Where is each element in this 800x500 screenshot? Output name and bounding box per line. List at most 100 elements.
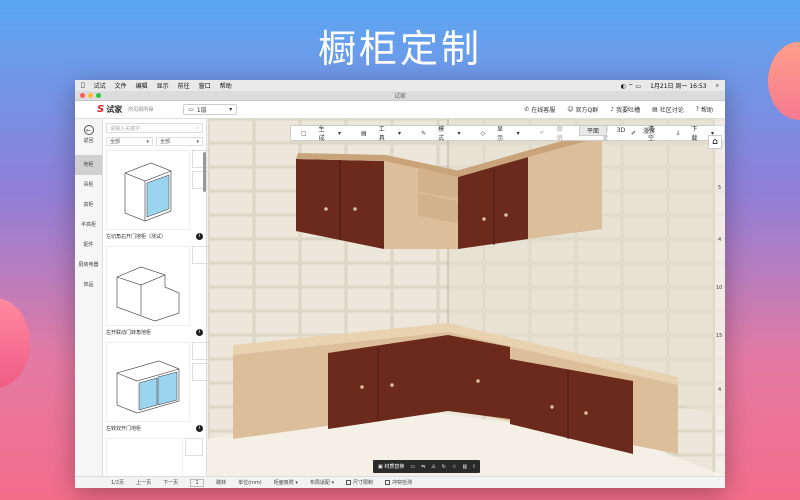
category-nav: ← 返回 地柜 吊柜 高柜 半高柜 配件 厨房电器 饰品 — [75, 119, 103, 476]
info-icon[interactable]: i — [196, 425, 203, 432]
size-limit-label: 尺寸限制 — [353, 480, 374, 486]
app-logo: S 试家 所见即所得 — [97, 104, 153, 115]
material-replace-button[interactable]: ▣ 材质替换 — [378, 463, 404, 470]
filter-select-1[interactable]: 全部 ▾ — [106, 137, 153, 146]
menu-go[interactable]: 前往 — [178, 81, 190, 90]
search-placeholder: 请输入关键字 — [110, 125, 141, 132]
view-mode-tabs: 平面 3D 漫游 — [579, 125, 663, 136]
box-icon: ▭ — [188, 106, 194, 113]
display-label: 显示 — [497, 126, 504, 142]
community-link[interactable]: ▤ 社区讨论 — [652, 105, 684, 114]
cabinet-thumbnail[interactable] — [106, 246, 190, 326]
support-label: 在线客服 — [531, 107, 556, 114]
nav-item-accessories[interactable]: 配件 — [75, 235, 102, 255]
mode-button[interactable]: ✎ 模式 ▾ — [411, 124, 470, 142]
apple-icon[interactable]:  — [81, 82, 85, 89]
nav-item-wall-cabinet[interactable]: 吊柜 — [75, 175, 102, 195]
catalog-card[interactable] — [106, 438, 203, 478]
page-jump-input[interactable]: 1 — [190, 478, 205, 487]
catalog-scrollbar[interactable] — [203, 152, 206, 192]
nav-item-decor[interactable]: 饰品 — [75, 275, 102, 295]
tools-label: 工具 — [378, 126, 385, 142]
feedback-link[interactable]: ♪ 我要吐槽 — [610, 105, 640, 114]
back-button[interactable]: ← 返回 — [75, 119, 102, 155]
tab-3d[interactable]: 3D — [607, 125, 635, 136]
menu-app[interactable]: 试试 — [94, 81, 106, 90]
back-label: 返回 — [83, 138, 94, 144]
help-link[interactable]: ? 帮助 — [696, 105, 713, 114]
rotate-icon[interactable]: ↻ — [442, 464, 446, 470]
chevron-down-icon: ▾ — [229, 106, 233, 113]
trash-icon[interactable]: ▥ — [462, 464, 467, 470]
menu-view[interactable]: 显示 — [157, 81, 169, 90]
search-icon: ⌕ — [196, 125, 199, 131]
swap-icon[interactable]: ⇋ — [421, 464, 425, 470]
catalog-card[interactable] — [106, 150, 210, 230]
catalog-card[interactable] — [106, 342, 210, 422]
info-icon[interactable]: i — [473, 464, 474, 470]
mode-icon: ✎ — [421, 129, 427, 137]
info-icon[interactable]: i — [196, 329, 203, 336]
clock[interactable]: 1月21日 周一 16:53 — [650, 81, 707, 90]
3d-viewport[interactable]: ▢生成▾ ▤工具▾ ✎模式▾ ◇显示▾ ↶撤销 ↷恢复 ✐清空 ⤓下载▾ 平面 … — [208, 119, 725, 476]
window-title: 试家 — [393, 93, 406, 100]
search-input[interactable]: 请输入关键字 ⌕ — [106, 123, 203, 133]
jump-button[interactable]: 跳转 — [216, 479, 226, 486]
display-icon: ◇ — [480, 129, 486, 137]
generate-button[interactable]: ▢ 生成 ▾ — [291, 124, 351, 142]
support-link[interactable]: ✆ 在线客服 — [524, 105, 555, 114]
search-icon[interactable]: ⌕ — [716, 82, 719, 90]
layout-select[interactable]: 布局适配 ▾ — [310, 479, 334, 486]
home-icon[interactable]: ⌂ — [708, 135, 722, 149]
menu-window[interactable]: 窗口 — [199, 81, 211, 90]
ruler-mark: 4 — [718, 237, 722, 243]
catalog-card[interactable] — [106, 246, 210, 326]
forum-icon: ▤ — [652, 106, 658, 113]
cabinet-thumbnail[interactable] — [106, 150, 190, 230]
menu-file[interactable]: 文件 — [115, 81, 127, 90]
menu-edit[interactable]: 编辑 — [136, 81, 148, 90]
tools-icon: ▤ — [361, 129, 367, 137]
community-label: 社区讨论 — [659, 107, 684, 114]
next-page-button[interactable]: 下一页 — [163, 479, 178, 486]
size-limit-checkbox[interactable]: 尺寸限制 — [346, 479, 373, 486]
catalog-card-label: 左切角右开门地柜（测试） i — [106, 233, 203, 240]
tab-plan[interactable]: 平面 — [579, 125, 607, 136]
filter-2-value: 全部 — [160, 139, 171, 145]
collision-check-label: 冲突检测 — [392, 480, 413, 486]
user-icon: ☺ — [567, 106, 574, 113]
undo-button[interactable]: ↶ 撤销 — [530, 124, 576, 142]
info-icon[interactable]: i — [196, 233, 203, 240]
variant-thumb[interactable] — [185, 438, 203, 456]
ruler-mark: 4 — [718, 387, 722, 393]
display-button[interactable]: ◇ 显示 ▾ — [471, 124, 530, 142]
catalog-panel: 请输入关键字 ⌕ 全部 ▾ 全部 ▾ 左切角右开门地柜（测试） i 左开联动门转… — [103, 119, 210, 478]
chevron-down-icon: ▾ — [457, 129, 461, 137]
snap-select[interactable]: 柜面吸附 ▾ — [274, 479, 298, 486]
nav-item-tall-cabinet[interactable]: 高柜 — [75, 195, 102, 215]
status-bar: 1/2页 上一页 下一页 1 跳转 单位(mm) 柜面吸附 ▾ 布局适配 ▾ 尺… — [75, 476, 725, 488]
star-icon[interactable]: ☆ — [452, 464, 456, 470]
nav-item-base-cabinet[interactable]: 地柜 — [75, 155, 102, 175]
back-arrow-icon: ← — [83, 125, 94, 135]
filter-select-2[interactable]: 全部 ▾ — [156, 137, 203, 146]
nav-item-appliances[interactable]: 厨房电器 — [75, 255, 102, 275]
menu-help[interactable]: 帮助 — [220, 81, 232, 90]
phone-icon: ✆ — [524, 106, 530, 113]
tab-walkthrough[interactable]: 漫游 — [635, 125, 663, 136]
warning-icon[interactable]: ⚠ — [431, 464, 435, 470]
collision-check-checkbox[interactable]: 冲突检测 — [385, 479, 412, 486]
floor-selector[interactable]: ▭ 1层 ▾ — [183, 104, 238, 115]
comment-icon[interactable]: ▭ — [410, 464, 415, 470]
qq-group-link[interactable]: ☺ 官方Q群 — [567, 105, 598, 114]
cabinet-thumbnail[interactable] — [106, 342, 190, 422]
checkbox-icon — [346, 480, 352, 485]
tools-button[interactable]: ▤ 工具 ▾ — [351, 124, 411, 142]
status-icons[interactable]: ◐ ⌔ ▭ — [621, 82, 641, 90]
card-title: 左转双开门地柜 — [106, 426, 142, 432]
chevron-down-icon: ▾ — [398, 129, 402, 137]
prev-page-button[interactable]: 上一页 — [136, 479, 151, 486]
nav-item-half-tall-cabinet[interactable]: 半高柜 — [75, 215, 102, 235]
cabinet-thumbnail[interactable] — [106, 438, 183, 478]
card-title: 左开联动门转角地柜 — [106, 330, 152, 336]
